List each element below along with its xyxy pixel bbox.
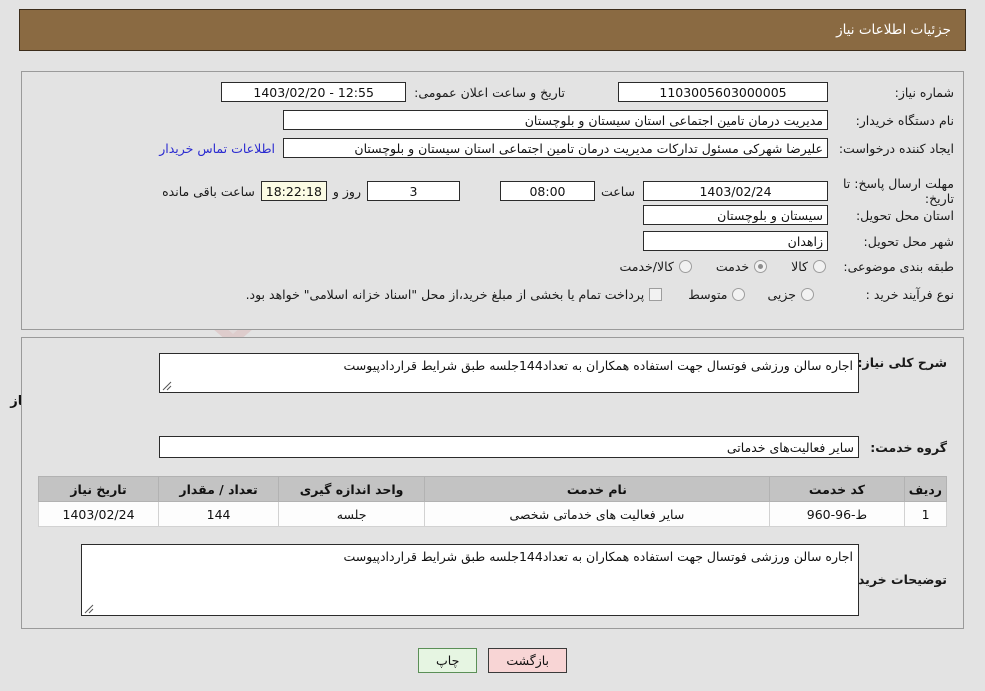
creator-row: ایجاد کننده درخواست: علیرضا شهرکی مسئول …: [159, 138, 954, 158]
buyer-org-row: نام دستگاه خریدار: مدیریت درمان تامین اج…: [283, 110, 954, 130]
footer-button-bar: بازگشت چاپ: [0, 648, 985, 673]
category-option-khedmat-label: خدمت: [715, 259, 750, 274]
deadline-countdown-suffix: ساعت باقی مانده: [162, 183, 255, 199]
table-header-row: ردیف کد خدمت نام خدمت واحد اندازه گیری ت…: [37, 476, 947, 502]
deadline-days-suffix: روز و: [332, 183, 361, 199]
deadline-countdown-field: 18:22:18: [260, 181, 327, 201]
category-option-kala-khedmat[interactable]: کالا/خدمت: [619, 259, 692, 274]
column-header-service-code: کد خدمت: [768, 476, 906, 502]
category-option-kala[interactable]: کالا: [791, 259, 826, 274]
category-option-kala-khedmat-label: کالا/خدمت: [619, 259, 674, 274]
announce-label: تاریخ و ساعت اعلان عمومی:: [414, 84, 565, 100]
column-header-row-index: ردیف: [904, 476, 947, 502]
province-label: استان محل تحویل:: [855, 207, 954, 223]
service-group-row: گروه خدمت: سایر فعالیت‌های خدماتی: [159, 436, 947, 458]
page-title: جزئیات اطلاعات نیاز: [836, 22, 951, 38]
category-option-kala-label: کالا: [791, 259, 808, 274]
general-desc-label: شرح کلی نیاز:: [857, 355, 947, 370]
city-field[interactable]: زاهدان: [643, 231, 828, 251]
radio-icon-motavaset[interactable]: [732, 288, 746, 301]
service-group-label: گروه خدمت:: [870, 439, 947, 455]
radio-icon-khedmat[interactable]: [754, 260, 768, 273]
announce-datetime-field[interactable]: 12:55 - 1403/02/20: [221, 82, 407, 102]
process-row: نوع فرآیند خرید : جزیی متوسط پرداخت تمام…: [246, 287, 954, 302]
deadline-row: مهلت ارسال پاسخ: تا تاریخ: 1403/02/24 سا…: [162, 176, 954, 206]
deadline-date-field[interactable]: 1403/02/24: [643, 181, 828, 201]
deadline-time-label: ساعت: [600, 183, 635, 199]
checkbox-icon-treasury-bond[interactable]: [649, 288, 663, 301]
city-label: شهر محل تحویل:: [863, 233, 954, 249]
buyer-notes-textarea[interactable]: اجاره سالن ورزشی فوتسال جهت استفاده همکا…: [81, 544, 859, 616]
radio-icon-kala[interactable]: [813, 260, 826, 273]
resize-grip-icon[interactable]: [162, 381, 172, 391]
treasury-bond-checkbox-group[interactable]: پرداخت تمام یا بخشی از مبلغ خرید،از محل …: [246, 287, 663, 302]
services-table: ردیف کد خدمت نام خدمت واحد اندازه گیری ت…: [37, 476, 947, 527]
process-option-jozi[interactable]: جزیی: [767, 287, 814, 302]
services-table-wrapper: ردیف کد خدمت نام خدمت واحد اندازه گیری ت…: [37, 476, 947, 527]
buyer-org-field[interactable]: مدیریت درمان تامین اجتماعی استان سیستان …: [283, 110, 828, 130]
need-number-row: شماره نیاز: 1103005603000005: [618, 82, 954, 102]
column-header-need-date: تاریخ نیاز: [37, 476, 160, 502]
table-row: 1 ط-96-960 سایر فعالیت های خدماتی شخصی ج…: [37, 501, 947, 527]
general-desc-text: اجاره سالن ورزشی فوتسال جهت استفاده همکا…: [343, 358, 853, 373]
deadline-days-field[interactable]: 3: [366, 181, 460, 201]
radio-icon-jozi[interactable]: [801, 288, 814, 301]
resize-grip-icon-notes[interactable]: [84, 604, 94, 614]
category-label: طبقه بندی موضوعی:: [843, 259, 954, 274]
category-row: طبقه بندی موضوعی: کالا خدمت کالا/خدمت: [619, 259, 954, 274]
need-number-field[interactable]: 1103005603000005: [618, 82, 828, 102]
creator-label: ایجاد کننده درخواست:: [838, 140, 954, 156]
service-group-field[interactable]: سایر فعالیت‌های خدماتی: [159, 436, 859, 458]
back-button[interactable]: بازگشت: [488, 648, 568, 673]
buyer-notes-text: اجاره سالن ورزشی فوتسال جهت استفاده همکا…: [343, 549, 853, 564]
page-header: جزئیات اطلاعات نیاز: [19, 9, 966, 51]
process-option-motavaset-label: متوسط: [688, 287, 728, 302]
province-row: استان محل تحویل: سیستان و بلوچستان: [643, 205, 954, 225]
cell-service-code: ط-96-960: [768, 501, 906, 527]
treasury-bond-label: پرداخت تمام یا بخشی از مبلغ خرید،از محل …: [245, 287, 645, 302]
column-header-service-name: نام خدمت: [424, 476, 770, 502]
category-option-khedmat[interactable]: خدمت: [715, 259, 768, 274]
print-button[interactable]: چاپ: [418, 648, 478, 673]
deadline-label: مهلت ارسال پاسخ: تا تاریخ:: [843, 176, 954, 206]
process-label: نوع فرآیند خرید :: [865, 287, 954, 302]
general-desc-textarea[interactable]: اجاره سالن ورزشی فوتسال جهت استفاده همکا…: [159, 353, 859, 393]
creator-field[interactable]: علیرضا شهرکی مسئول تدارکات مدیریت درمان …: [283, 138, 828, 158]
process-option-jozi-label: جزیی: [767, 287, 796, 302]
buyer-notes-row: توضیحات خریدار: اجاره سالن ورزشی فوتسال …: [81, 544, 947, 616]
radio-icon-kala-khedmat[interactable]: [678, 260, 692, 273]
cell-row-index: 1: [904, 501, 947, 527]
page-root: AriaTender.net جزئیات اطلاعات نیاز شماره…: [0, 0, 985, 691]
column-header-unit: واحد اندازه گیری: [278, 476, 426, 502]
need-number-label: شماره نیاز:: [894, 84, 954, 100]
cell-need-date: 1403/02/24: [37, 501, 160, 527]
city-row: شهر محل تحویل: زاهدان: [643, 231, 954, 251]
announce-row: تاریخ و ساعت اعلان عمومی: 12:55 - 1403/0…: [221, 82, 565, 102]
cell-quantity: 144: [158, 501, 280, 527]
buyer-org-label: نام دستگاه خریدار:: [855, 112, 954, 128]
process-option-motavaset[interactable]: متوسط: [688, 287, 746, 302]
buyer-contact-link[interactable]: اطلاعات تماس خریدار: [159, 141, 275, 156]
cell-service-name: سایر فعالیت های خدماتی شخصی: [424, 501, 770, 527]
province-field[interactable]: سیستان و بلوچستان: [643, 205, 828, 225]
column-header-quantity: تعداد / مقدار: [158, 476, 280, 502]
deadline-time-field[interactable]: 08:00: [499, 181, 595, 201]
buyer-notes-label: توضیحات خریدار:: [841, 572, 947, 587]
cell-unit: جلسه: [278, 501, 426, 527]
general-desc-row: شرح کلی نیاز: اجاره سالن ورزشی فوتسال جه…: [159, 353, 947, 393]
